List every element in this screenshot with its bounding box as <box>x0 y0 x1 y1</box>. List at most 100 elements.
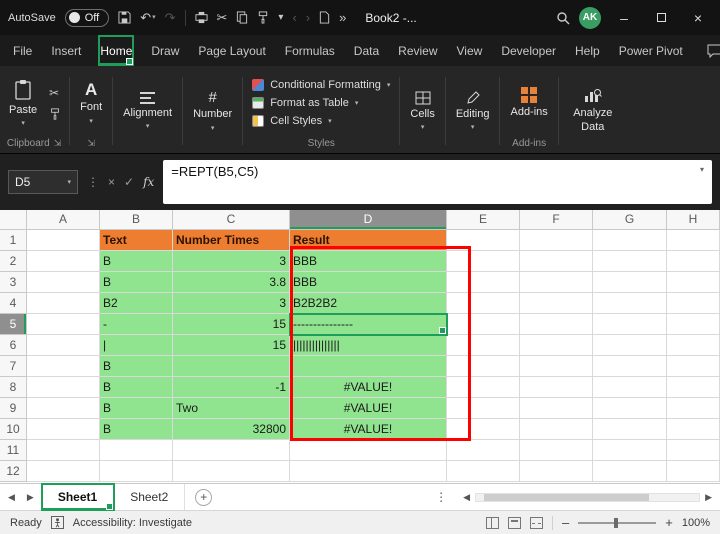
tab-file[interactable]: File <box>12 36 33 65</box>
cell-E3[interactable] <box>447 272 520 293</box>
row-header-12[interactable]: 12 <box>0 461 27 482</box>
cell-D2[interactable]: BBB <box>290 251 447 272</box>
column-header-B[interactable]: B <box>100 210 173 230</box>
avatar[interactable]: AK <box>579 7 601 29</box>
redo-button[interactable]: ↷ <box>165 11 176 24</box>
cell-H12[interactable] <box>667 461 720 482</box>
cell-A3[interactable] <box>27 272 100 293</box>
cell-C9[interactable]: Two <box>173 398 290 419</box>
row-header-1[interactable]: 1 <box>0 230 27 251</box>
cell-A6[interactable] <box>27 335 100 356</box>
cell-G11[interactable] <box>593 440 667 461</box>
row-header-5[interactable]: 5 <box>0 314 27 335</box>
comments-button[interactable] <box>701 41 720 61</box>
sheet-tab-sheet2[interactable]: Sheet2 <box>114 484 185 510</box>
cell-D6[interactable]: ||||||||||||||| <box>290 335 447 356</box>
cell-C8[interactable]: -1 <box>173 377 290 398</box>
column-header-G[interactable]: G <box>593 210 667 230</box>
row-header-11[interactable]: 11 <box>0 440 27 461</box>
undo-button[interactable]: ↶▾ <box>140 11 155 24</box>
cell-A8[interactable] <box>27 377 100 398</box>
cell-F9[interactable] <box>520 398 593 419</box>
zoom-level[interactable]: 100% <box>682 517 710 529</box>
cell-H8[interactable] <box>667 377 720 398</box>
formula-bar-expand-icon[interactable]: ▾ <box>700 165 704 174</box>
cell-G5[interactable] <box>593 314 667 335</box>
cell-G8[interactable] <box>593 377 667 398</box>
cell-C12[interactable] <box>173 461 290 482</box>
cell-D4[interactable]: B2B2B2 <box>290 293 447 314</box>
cell-H7[interactable] <box>667 356 720 377</box>
page-layout-view-icon[interactable] <box>508 517 521 529</box>
row-header-7[interactable]: 7 <box>0 356 27 377</box>
kebab-icon[interactable]: ⋮ <box>427 484 455 510</box>
cell-A9[interactable] <box>27 398 100 419</box>
cell-A7[interactable] <box>27 356 100 377</box>
cell-C4[interactable]: 3 <box>173 293 290 314</box>
cell-C2[interactable]: 3 <box>173 251 290 272</box>
cell-A2[interactable] <box>27 251 100 272</box>
cell-F4[interactable] <box>520 293 593 314</box>
cell-B3[interactable]: B <box>100 272 173 293</box>
row-header-10[interactable]: 10 <box>0 419 27 440</box>
page-break-view-icon[interactable] <box>530 517 543 529</box>
cut-icon[interactable]: ✂ <box>49 86 61 100</box>
save-icon[interactable] <box>118 11 131 24</box>
sheet-nav-left-icon[interactable]: ◀ <box>8 492 15 503</box>
cell-A12[interactable] <box>27 461 100 482</box>
minimize-button[interactable]: – <box>610 0 638 35</box>
cell-E6[interactable] <box>447 335 520 356</box>
cell-G7[interactable] <box>593 356 667 377</box>
cell-E1[interactable] <box>447 230 520 251</box>
font-button[interactable]: A Font ▾ <box>73 79 109 126</box>
cell-G3[interactable] <box>593 272 667 293</box>
tab-formulas[interactable]: Formulas <box>284 36 336 65</box>
new-document-icon[interactable] <box>319 11 330 24</box>
cell-B9[interactable]: B <box>100 398 173 419</box>
cell-F8[interactable] <box>520 377 593 398</box>
enter-icon[interactable]: ✓ <box>124 175 134 189</box>
scrollbar-thumb[interactable] <box>484 494 649 501</box>
column-header-E[interactable]: E <box>447 210 520 230</box>
cell-E9[interactable] <box>447 398 520 419</box>
row-header-6[interactable]: 6 <box>0 335 27 356</box>
cell-A1[interactable] <box>27 230 100 251</box>
row-header-3[interactable]: 3 <box>0 272 27 293</box>
tab-developer[interactable]: Developer <box>500 36 557 65</box>
cell-H9[interactable] <box>667 398 720 419</box>
cell-D9[interactable]: #VALUE! <box>290 398 447 419</box>
cell-styles-button[interactable]: Cell Styles ▾ <box>246 112 396 130</box>
column-header-F[interactable]: F <box>520 210 593 230</box>
cell-G2[interactable] <box>593 251 667 272</box>
cell-C7[interactable] <box>173 356 290 377</box>
print-icon[interactable] <box>195 11 208 24</box>
scroll-right-icon[interactable]: ▶ <box>705 492 712 503</box>
column-header-D[interactable]: D <box>290 210 447 230</box>
cell-H2[interactable] <box>667 251 720 272</box>
cell-B4[interactable]: B2 <box>100 293 173 314</box>
cell-A11[interactable] <box>27 440 100 461</box>
close-button[interactable]: × <box>684 0 712 35</box>
cell-D12[interactable] <box>290 461 447 482</box>
cell-C5[interactable]: 15 <box>173 314 290 335</box>
cell-E8[interactable] <box>447 377 520 398</box>
accessibility-status[interactable]: Accessibility: Investigate <box>73 517 192 529</box>
cell-F11[interactable] <box>520 440 593 461</box>
insert-function-icon[interactable]: fx <box>143 175 154 189</box>
cell-D5[interactable]: --------------- <box>290 314 447 335</box>
cell-F3[interactable] <box>520 272 593 293</box>
cells-button[interactable]: Cells ▾ <box>403 89 441 133</box>
cell-B2[interactable]: B <box>100 251 173 272</box>
maximize-button[interactable] <box>647 0 675 35</box>
cell-F2[interactable] <box>520 251 593 272</box>
sheet-nav-right-icon[interactable]: ▶ <box>27 492 34 503</box>
tab-draw[interactable]: Draw <box>150 36 180 65</box>
cell-H1[interactable] <box>667 230 720 251</box>
cell-B12[interactable] <box>100 461 173 482</box>
analyze-data-button[interactable]: Analyze Data <box>562 86 624 135</box>
tab-data[interactable]: Data <box>353 36 380 65</box>
tab-review[interactable]: Review <box>397 36 438 65</box>
column-header-H[interactable]: H <box>667 210 720 230</box>
accessibility-icon[interactable] <box>51 516 64 529</box>
cell-E7[interactable] <box>447 356 520 377</box>
